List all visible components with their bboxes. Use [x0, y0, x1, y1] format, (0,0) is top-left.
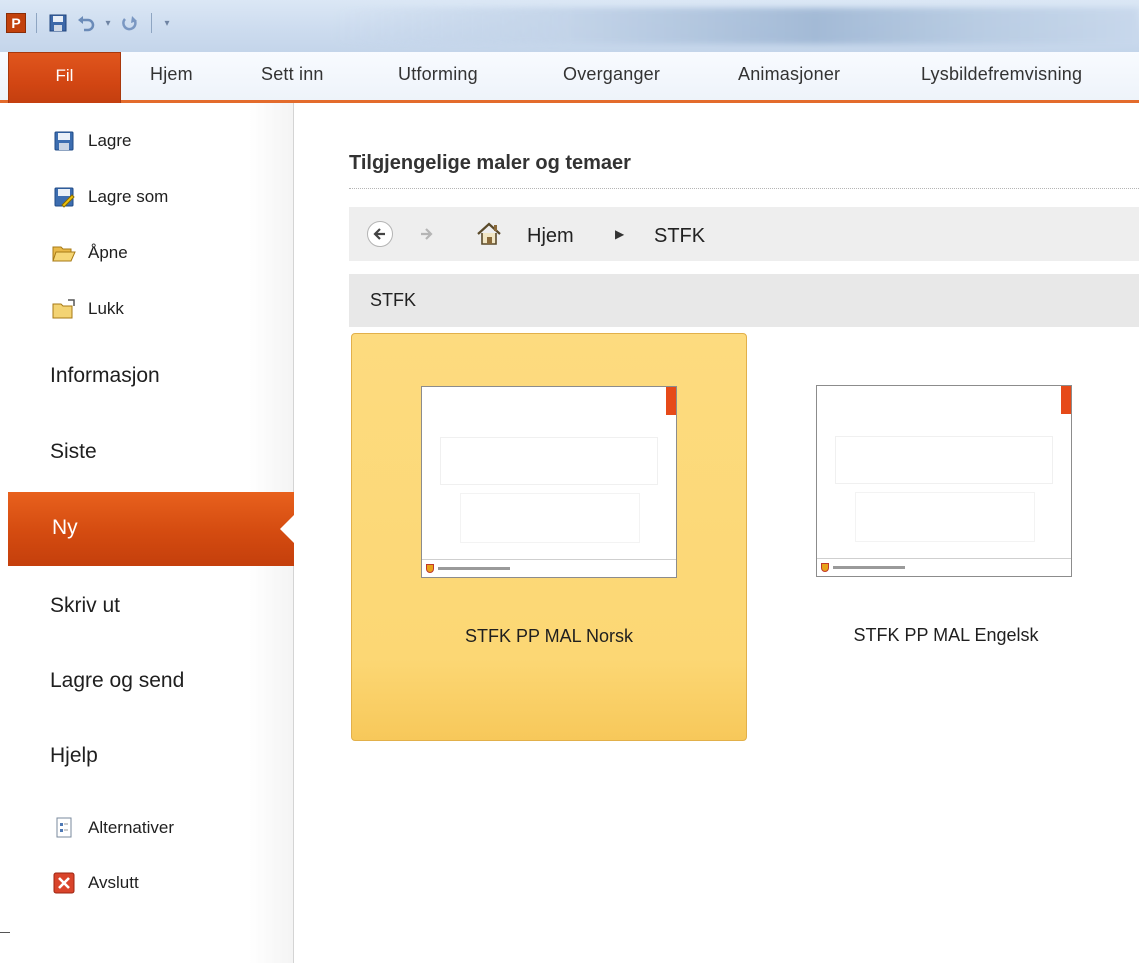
- close-label: Lukk: [88, 299, 124, 318]
- customize-qat-icon[interactable]: ▾: [162, 18, 172, 29]
- thumbnail-footer: [422, 559, 676, 577]
- footer-text-line: [438, 567, 510, 570]
- ribbon-tabs: Hjem Sett inn Utforming Overganger Anima…: [0, 52, 1139, 103]
- subtitle-placeholder: [855, 492, 1035, 542]
- save-icon[interactable]: [47, 12, 69, 34]
- qat-separator: [36, 13, 37, 33]
- window-title-blurred: [330, 8, 1139, 44]
- divider: [349, 188, 1139, 189]
- arrow-right-icon: [421, 228, 433, 240]
- quick-access-toolbar: P ▾ ▾: [6, 9, 172, 37]
- template-label: STFK PP MAL Norsk: [464, 626, 634, 646]
- tab-home[interactable]: Hjem: [150, 64, 193, 85]
- nav-print[interactable]: Skriv ut: [50, 594, 120, 618]
- tab-transitions[interactable]: Overganger: [563, 64, 660, 85]
- qat-separator: [151, 13, 152, 33]
- save-icon: [52, 129, 76, 153]
- exit-label: Avslutt: [88, 873, 139, 892]
- logo-tab: [666, 387, 676, 415]
- nav-help[interactable]: Hjelp: [50, 744, 98, 768]
- title-placeholder: [440, 437, 658, 485]
- arrow-left-icon: [373, 228, 385, 240]
- options-label: Alternativer: [88, 818, 174, 837]
- title-placeholder: [835, 436, 1053, 484]
- template-thumbnail: [421, 386, 677, 578]
- breadcrumb-current[interactable]: STFK: [654, 225, 705, 248]
- save-label: Lagre: [88, 131, 132, 150]
- options-command[interactable]: Alternativer: [52, 814, 174, 842]
- template-group-header: STFK: [349, 274, 1139, 327]
- open-label: Åpne: [88, 243, 128, 262]
- nav-info[interactable]: Informasjon: [50, 364, 160, 388]
- tab-file[interactable]: Fil: [8, 52, 121, 103]
- group-title: STFK: [370, 290, 417, 310]
- close-folder-icon: [52, 297, 76, 321]
- open-folder-icon: [52, 241, 76, 265]
- title-bar: P ▾ ▾: [0, 0, 1139, 52]
- save-as-label: Lagre som: [88, 187, 169, 206]
- nav-recent[interactable]: Siste: [50, 440, 97, 464]
- save-as-command[interactable]: Lagre som: [52, 183, 168, 211]
- subtitle-placeholder: [460, 493, 640, 543]
- tab-insert[interactable]: Sett inn: [261, 64, 324, 85]
- tab-slideshow[interactable]: Lysbildefremvisning: [921, 64, 1082, 85]
- redo-icon[interactable]: [119, 12, 141, 34]
- page-title: Tilgjengelige maler og temaer: [349, 152, 631, 174]
- forward-button[interactable]: [415, 223, 437, 245]
- logo-tab: [1061, 386, 1071, 414]
- home-icon[interactable]: [475, 220, 503, 248]
- exit-command[interactable]: Avslutt: [52, 869, 139, 897]
- exit-icon: [52, 871, 76, 895]
- close-command[interactable]: Lukk: [52, 295, 124, 323]
- nav-new-selected[interactable]: Ny: [8, 492, 295, 566]
- footer-text-line: [833, 566, 905, 569]
- template-item-norsk[interactable]: STFK PP MAL Norsk: [351, 333, 747, 741]
- crest-icon: [426, 564, 434, 573]
- template-navigation-bar: Hjem ▶ STFK: [349, 207, 1139, 261]
- save-command[interactable]: Lagre: [52, 127, 131, 155]
- breadcrumb-home[interactable]: Hjem: [527, 225, 574, 248]
- selection-notch: [280, 514, 295, 544]
- powerpoint-app-icon[interactable]: P: [6, 13, 26, 33]
- options-icon: [52, 816, 76, 840]
- undo-icon[interactable]: [75, 12, 97, 34]
- tab-animations[interactable]: Animasjoner: [738, 64, 840, 85]
- thumbnail-footer: [817, 558, 1071, 576]
- back-button[interactable]: [367, 221, 393, 247]
- open-command[interactable]: Åpne: [52, 239, 128, 267]
- template-thumbnail: [816, 385, 1072, 577]
- undo-dropdown-icon[interactable]: ▾: [103, 18, 113, 29]
- crest-icon: [821, 563, 829, 572]
- divider: [0, 932, 10, 933]
- save-as-icon: [52, 185, 76, 209]
- nav-save-send[interactable]: Lagre og send: [50, 669, 184, 693]
- nav-new-label: Ny: [52, 516, 78, 539]
- template-label: STFK PP MAL Engelsk: [853, 625, 1039, 645]
- tab-design[interactable]: Utforming: [398, 64, 478, 85]
- template-item-engelsk[interactable]: STFK PP MAL Engelsk: [748, 333, 1139, 741]
- breadcrumb-separator-icon: ▶: [615, 227, 625, 241]
